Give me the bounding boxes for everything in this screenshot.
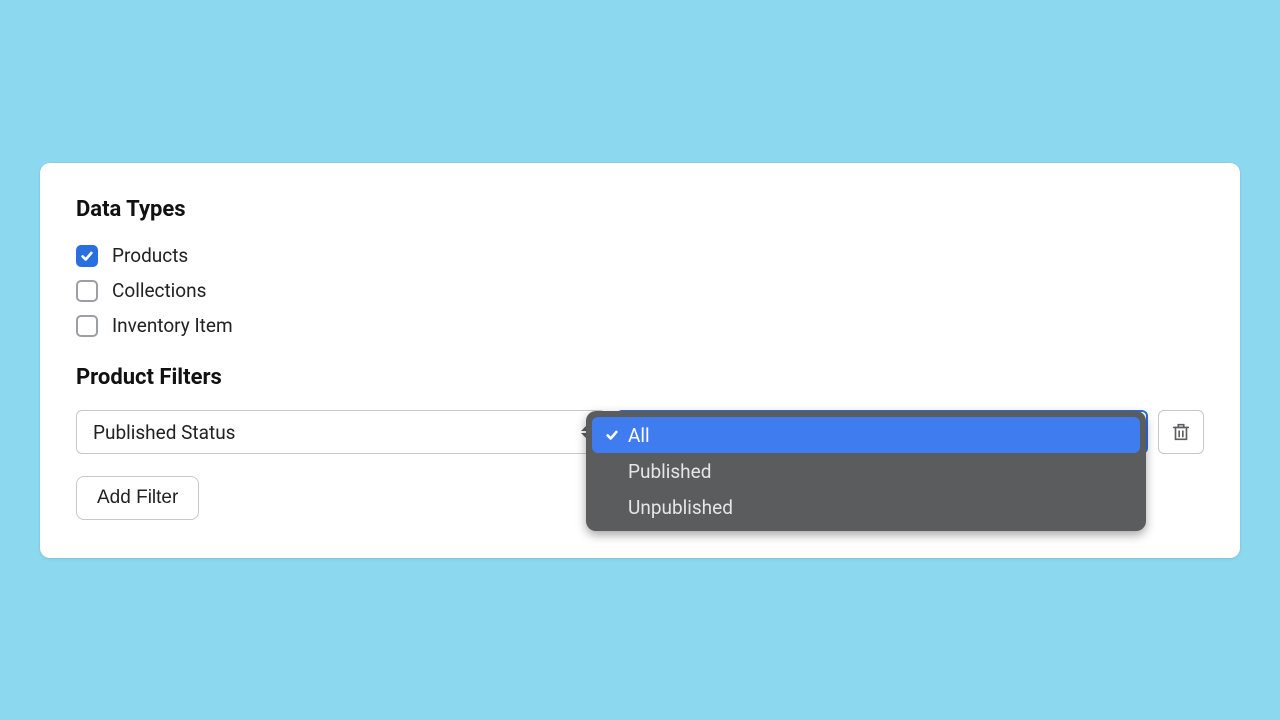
dropdown-option-label: All: [628, 424, 650, 447]
dropdown-option-label: Unpublished: [628, 496, 733, 519]
filter-value-dropdown: All Published Unpublished: [586, 411, 1146, 531]
filter-field-value: Published Status: [93, 421, 235, 444]
data-types-heading: Data Types: [76, 197, 1204, 222]
checkbox-row-inventory-item[interactable]: Inventory Item: [76, 314, 1204, 337]
filter-row: Published Status All: [76, 410, 1204, 454]
trash-icon: [1170, 421, 1192, 443]
check-icon: [604, 428, 620, 442]
checkbox-products[interactable]: [76, 245, 98, 267]
filter-field-select[interactable]: Published Status: [76, 410, 606, 454]
product-filters-heading: Product Filters: [76, 365, 1204, 390]
check-icon: [80, 249, 94, 263]
add-filter-button[interactable]: Add Filter: [76, 476, 199, 520]
checkbox-inventory-item[interactable]: [76, 315, 98, 337]
checkbox-label: Inventory Item: [112, 314, 233, 337]
dropdown-option-published[interactable]: Published: [592, 453, 1140, 489]
checkbox-label: Collections: [112, 279, 206, 302]
checkbox-collections[interactable]: [76, 280, 98, 302]
dropdown-option-all[interactable]: All: [592, 417, 1140, 453]
dropdown-option-unpublished[interactable]: Unpublished: [592, 489, 1140, 525]
settings-card: Data Types Products Collections Inventor…: [40, 163, 1240, 558]
checkbox-row-collections[interactable]: Collections: [76, 279, 1204, 302]
checkbox-row-products[interactable]: Products: [76, 244, 1204, 267]
delete-filter-button[interactable]: [1158, 410, 1204, 454]
data-types-list: Products Collections Inventory Item: [76, 244, 1204, 337]
dropdown-option-label: Published: [628, 460, 711, 483]
add-filter-label: Add Filter: [97, 487, 178, 509]
checkbox-label: Products: [112, 244, 188, 267]
